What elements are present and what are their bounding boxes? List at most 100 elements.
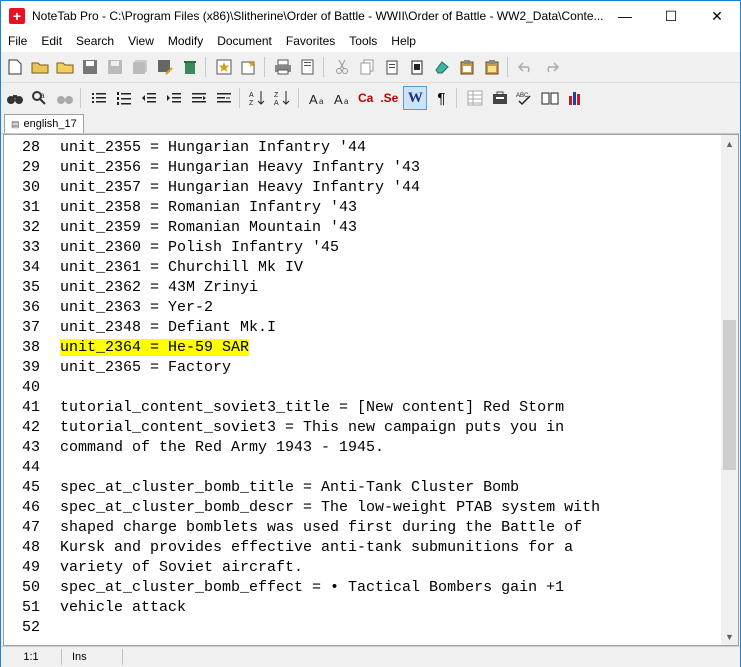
case-icon[interactable]: Ca (356, 87, 375, 109)
document-tab-icon: ▤ (11, 118, 20, 129)
code-line[interactable]: spec_at_cluster_bomb_descr = The low-wei… (60, 499, 600, 516)
numbering-icon[interactable] (113, 87, 135, 109)
code-line-text: unit_2355 = Hungarian Infantry '44 (60, 139, 367, 156)
book-icon[interactable] (539, 87, 561, 109)
word-wrap-icon[interactable]: W (403, 86, 428, 110)
menu-view[interactable]: View (121, 31, 161, 52)
code-line[interactable]: spec_at_cluster_bomb_title = Anti-Tank C… (60, 479, 519, 496)
tab-english-17[interactable]: ▤ english_17 (4, 114, 84, 133)
code-line[interactable]: Kursk and provides effective anti-tank s… (60, 539, 573, 556)
text-editor[interactable]: 28 29 30 31 32 33 34 35 36 37 38 39 40 41 42 43 44 45 46 47… (3, 134, 739, 646)
menu-document[interactable]: Document (210, 31, 279, 52)
code-line-text: shaped charge bomblets was used first du… (60, 519, 583, 536)
new-file-icon[interactable] (4, 56, 26, 78)
sort-desc-icon[interactable]: ZA (272, 87, 294, 109)
code-line[interactable]: command of the Red Army 1943 - 1945. (60, 439, 384, 456)
redo-icon[interactable] (540, 56, 562, 78)
sort-asc-icon[interactable]: AZ (247, 87, 269, 109)
menu-tools[interactable]: Tools (342, 31, 384, 52)
print-preview-icon[interactable] (297, 56, 319, 78)
scroll-thumb[interactable] (723, 320, 736, 470)
scroll-up-arrow[interactable]: ▲ (721, 135, 738, 152)
code-line[interactable]: tutorial_content_soviet3 = This new camp… (60, 419, 564, 436)
font-larger-icon[interactable]: Aa (331, 87, 353, 109)
favorites-icon[interactable] (238, 56, 260, 78)
code-line[interactable]: unit_2360 = Polish Infantry '45 (60, 239, 339, 256)
maximize-button[interactable]: ☐ (648, 1, 694, 31)
menu-file[interactable]: File (1, 31, 34, 52)
trash-icon[interactable] (179, 56, 201, 78)
vertical-scrollbar[interactable]: ▲ ▼ (721, 135, 738, 645)
spellcheck-icon[interactable]: ABC (514, 87, 536, 109)
toolbar-separator (80, 88, 81, 108)
code-line[interactable]: unit_2364 = He-59 SAR (60, 339, 250, 356)
briefcase-icon[interactable] (489, 87, 511, 109)
save-icon[interactable] (79, 56, 101, 78)
paragraph-icon[interactable]: ¶ (430, 87, 452, 109)
title-bar[interactable]: + NoteTab Pro - C:\Program Files (x86)\S… (1, 1, 740, 31)
code-line[interactable]: unit_2361 = Churchill Mk IV (60, 259, 303, 276)
print-icon[interactable] (272, 56, 294, 78)
cut-icon[interactable] (331, 56, 353, 78)
indent-icon[interactable] (163, 87, 185, 109)
code-line[interactable]: unit_2355 = Hungarian Infantry '44 (60, 139, 366, 156)
spell-icon[interactable]: .Se (378, 87, 400, 109)
code-line[interactable]: unit_2365 = Factory (60, 359, 231, 376)
paste-special-icon[interactable] (406, 56, 428, 78)
font-smaller-icon[interactable]: Aa (306, 87, 328, 109)
wrap-icon[interactable] (213, 87, 235, 109)
notetab-app-icon[interactable]: + (9, 8, 25, 24)
menu-modify[interactable]: Modify (161, 31, 210, 52)
code-line[interactable]: unit_2357 = Hungarian Heavy Infantry '44 (60, 179, 420, 196)
menu-edit[interactable]: Edit (34, 31, 69, 52)
outdent-icon[interactable] (138, 87, 160, 109)
bullets-icon[interactable] (88, 87, 110, 109)
tab-label: english_17 (23, 118, 77, 130)
save-disabled-icon[interactable] (104, 56, 126, 78)
menu-search[interactable]: Search (69, 31, 121, 52)
code-line[interactable]: variety of Soviet aircraft. (60, 559, 303, 576)
find-replace-icon[interactable]: a (29, 87, 51, 109)
code-line[interactable]: tutorial_content_soviet3_title = [New co… (60, 399, 564, 416)
eraser-icon[interactable] (431, 56, 453, 78)
code-line-text: spec_at_cluster_bomb_title = Anti-Tank C… (60, 479, 520, 496)
code-line[interactable]: unit_2362 = 43M Zrinyi (60, 279, 258, 296)
grid-icon[interactable] (464, 87, 486, 109)
code-line[interactable]: unit_2363 = Yer-2 (60, 299, 213, 316)
code-line[interactable]: unit_2348 = Defiant Mk.I (60, 319, 276, 336)
scroll-down-arrow[interactable]: ▼ (721, 628, 738, 645)
clipboard-2-icon[interactable] (481, 56, 503, 78)
close-button[interactable]: ✕ (694, 1, 740, 31)
code-line[interactable]: unit_2359 = Romanian Mountain '43 (60, 219, 357, 236)
code-line[interactable]: vehicle attack (60, 599, 186, 616)
code-line-text: unit_2361 = Churchill Mk IV (60, 259, 304, 276)
line-number: 36 (21, 299, 40, 316)
code-line-text: unit_2360 = Polish Infantry '45 (60, 239, 340, 256)
editor-text-area[interactable]: unit_2355 = Hungarian Infantry '44 unit_2… (60, 135, 720, 645)
menu-help[interactable]: Help (384, 31, 423, 52)
minimize-button[interactable]: — (602, 1, 648, 31)
code-line[interactable]: shaped charge bomblets was used first du… (60, 519, 582, 536)
document-tab-bar: ▤ english_17 (1, 113, 740, 134)
save-as-icon[interactable] (154, 56, 176, 78)
paste-icon[interactable] (381, 56, 403, 78)
code-line[interactable]: unit_2356 = Hungarian Heavy Infantry '43 (60, 159, 420, 176)
menu-favorites[interactable]: Favorites (279, 31, 342, 52)
save-all-disabled-icon[interactable] (129, 56, 151, 78)
line-number: 48 (21, 539, 40, 556)
undo-icon[interactable] (515, 56, 537, 78)
find-next-icon[interactable] (54, 87, 76, 109)
svg-text:A: A (274, 100, 279, 106)
chart-icon[interactable] (564, 87, 586, 109)
format-toolbar: a AZ ZA Aa Aa Ca .Se W ¶ ABC (1, 83, 740, 113)
star-icon[interactable] (213, 56, 235, 78)
find-icon[interactable] (4, 87, 26, 109)
open-folder-icon[interactable] (29, 56, 51, 78)
align-icon[interactable] (188, 87, 210, 109)
copy-icon[interactable] (356, 56, 378, 78)
paragraph-icon-label: ¶ (437, 89, 446, 107)
code-line[interactable]: unit_2358 = Romanian Infantry '43 (60, 199, 357, 216)
clipboard-icon[interactable] (456, 56, 478, 78)
open-folder-yellow-icon[interactable] (54, 56, 76, 78)
code-line[interactable]: spec_at_cluster_bomb_effect = • Tactical… (60, 579, 564, 596)
